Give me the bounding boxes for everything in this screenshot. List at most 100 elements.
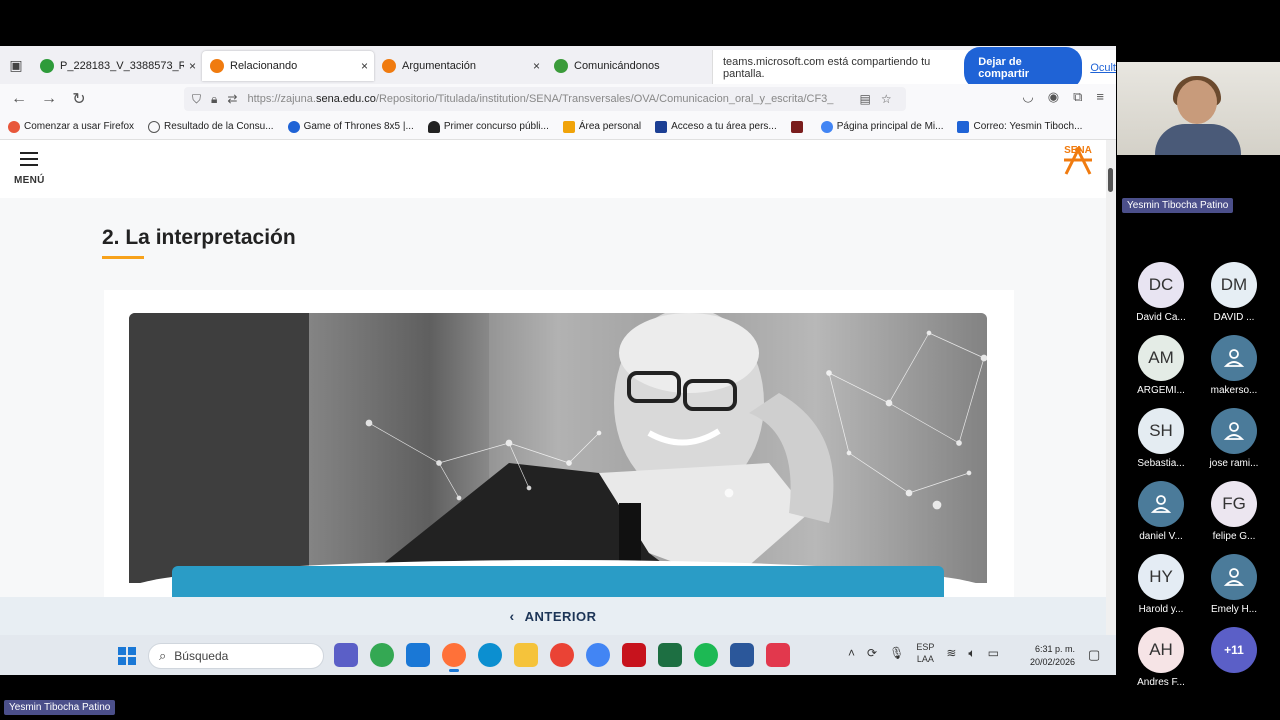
hamburger-menu-icon[interactable]: [20, 152, 38, 170]
participant-tile[interactable]: DM DAVID ...: [1204, 262, 1264, 323]
bookmark-item[interactable]: Área personal: [562, 120, 642, 133]
url-text[interactable]: https://zajuna.sena.edu.co/Repositorio/T…: [247, 93, 847, 105]
snipping-tool-icon[interactable]: [766, 643, 790, 667]
account-icon[interactable]: ◉: [1048, 89, 1059, 105]
tab-list-icon[interactable]: ▣: [0, 46, 32, 84]
participant-tile[interactable]: AM ARGEMI...: [1131, 335, 1191, 396]
participant-name: makerso...: [1210, 385, 1258, 396]
lock-icon[interactable]: 🔒︎: [211, 92, 217, 107]
sync-icon[interactable]: ⟳: [867, 646, 877, 660]
moodle-icon: [562, 120, 575, 133]
participant-tile[interactable]: jose rami...: [1204, 408, 1264, 469]
spotify-icon[interactable]: [694, 643, 718, 667]
person-icon: [1223, 349, 1245, 367]
clock-time: 6:31 p. m.: [1035, 644, 1076, 654]
previous-button[interactable]: ‹ ANTERIOR: [0, 597, 1106, 635]
reader-view-icon[interactable]: ▤: [859, 92, 870, 106]
word-icon[interactable]: [730, 643, 754, 667]
chrome-profile-icon[interactable]: [550, 643, 574, 667]
participant-tile[interactable]: makerso...: [1204, 335, 1264, 396]
reload-icon[interactable]: ↻: [64, 89, 94, 109]
volume-icon[interactable]: 🔈︎: [968, 646, 975, 661]
hide-link[interactable]: Ocult: [1090, 62, 1116, 74]
bookmark-item[interactable]: Página principal de Mi...: [820, 120, 943, 133]
participant-tile[interactable]: DC David Ca...: [1131, 262, 1191, 323]
participant-name: felipe G...: [1212, 531, 1256, 542]
bookmark-label: Comenzar a usar Firefox: [24, 121, 135, 132]
participant-avatar: DM: [1211, 262, 1257, 308]
participant-name: Harold y...: [1138, 604, 1184, 615]
scroll-thumb[interactable]: [1108, 168, 1113, 192]
sena-logo: SENA: [1058, 145, 1098, 175]
permissions-icon[interactable]: ⇄: [227, 92, 237, 106]
stop-sharing-button[interactable]: Dejar de compartir: [964, 47, 1083, 89]
bookmark-item[interactable]: [790, 120, 807, 133]
bookmark-label: Área personal: [578, 121, 642, 132]
participant-tile[interactable]: Emely H...: [1204, 554, 1264, 615]
participant-tile[interactable]: daniel V...: [1131, 481, 1191, 542]
close-icon[interactable]: ×: [533, 59, 540, 73]
tab-3-favicon-icon: [382, 59, 396, 73]
pocket-icon[interactable]: ◡: [1022, 89, 1033, 105]
tab-2[interactable]: Relacionando ×: [202, 51, 374, 81]
portrait-illustration: [129, 313, 987, 583]
system-tray: ˄ ⟳ 🎙︎ ESP LAA ≋ 🔈︎ ▭: [848, 641, 999, 665]
taskbar-apps: [334, 643, 790, 672]
menu-icon[interactable]: ≡: [1096, 89, 1104, 105]
participant-avatar: FG: [1211, 481, 1257, 527]
bookmark-star-icon[interactable]: ☆: [881, 92, 892, 106]
bookmark-item[interactable]: Correo: Yesmin Tiboch...: [957, 120, 1082, 133]
windows-start-icon[interactable]: [118, 647, 136, 665]
shield-icon[interactable]: ⛉: [192, 92, 201, 107]
bookmark-item[interactable]: Primer concurso públi...: [427, 120, 549, 133]
address-bar[interactable]: ⛉ 🔒︎ ⇄ https://zajuna.sena.edu.co/Reposi…: [184, 87, 906, 111]
wifi-icon[interactable]: ≋: [946, 646, 956, 660]
language-bottom: LAA: [916, 654, 934, 664]
taskbar-search[interactable]: ⌕ Búsqueda: [148, 643, 324, 669]
participant-tile[interactable]: AH Andres F...: [1131, 627, 1191, 688]
menu-label[interactable]: MENÚ: [14, 175, 45, 186]
acrobat-icon[interactable]: [622, 643, 646, 667]
bookmark-item[interactable]: Comenzar a usar Firefox: [8, 120, 135, 133]
generic-person-icon: [1138, 481, 1184, 527]
participant-tile[interactable]: SH Sebastia...: [1131, 408, 1191, 469]
participant-avatar: AH: [1138, 627, 1184, 673]
forward-icon[interactable]: →: [34, 90, 64, 108]
tab-3[interactable]: Argumentación ×: [374, 51, 546, 81]
excel-icon[interactable]: [658, 643, 682, 667]
notification-icon[interactable]: ▢: [1088, 647, 1100, 663]
tab-4[interactable]: Comunicándonos: [546, 51, 696, 81]
participant-avatar: AM: [1138, 335, 1184, 381]
bookmark-item[interactable]: Acceso a tu área pers...: [655, 120, 777, 133]
edge-icon[interactable]: [478, 643, 502, 667]
back-icon[interactable]: ←: [4, 90, 34, 108]
firefox-icon[interactable]: [442, 643, 466, 672]
page-scrollbar[interactable]: [1106, 140, 1116, 635]
presenter-body: [1155, 124, 1241, 155]
participant-tile[interactable]: HY Harold y...: [1131, 554, 1191, 615]
clock[interactable]: 6:31 p. m. 20/02/2026: [1030, 643, 1075, 669]
more-participants-button[interactable]: +11: [1204, 627, 1264, 673]
participant-tile[interactable]: FG felipe G...: [1204, 481, 1264, 542]
bookmark-item[interactable]: Game of Thrones 8x5 |...: [287, 120, 414, 133]
chevron-up-icon[interactable]: ˄: [848, 646, 855, 660]
generic-person-icon: [1211, 408, 1257, 454]
extensions-icon[interactable]: ⧉: [1073, 89, 1082, 105]
chrome-profile-2-icon[interactable]: [586, 643, 610, 667]
store-icon[interactable]: [406, 643, 430, 667]
tab-1[interactable]: P_228183_V_3388573_R_15_C ×: [32, 51, 202, 81]
c-icon: [287, 120, 300, 133]
page-header: MENÚ SENA: [0, 140, 1106, 198]
close-icon[interactable]: ×: [189, 59, 196, 73]
file-explorer-icon[interactable]: [514, 643, 538, 667]
url-path: /Repositorio/Titulada/institution/SENA/T…: [375, 93, 834, 105]
microphone-icon[interactable]: 🎙︎: [889, 646, 904, 660]
tab-1-title: P_228183_V_3388573_R_15_C: [60, 60, 184, 72]
google-icon: [820, 120, 833, 133]
battery-icon[interactable]: ▭: [988, 646, 999, 660]
chrome-icon[interactable]: [370, 643, 394, 667]
language-indicator[interactable]: ESP LAA: [916, 641, 934, 665]
teams-icon[interactable]: [334, 643, 358, 667]
close-icon[interactable]: ×: [361, 59, 368, 73]
bookmark-item[interactable]: Resultado de la Consu...: [148, 120, 274, 133]
